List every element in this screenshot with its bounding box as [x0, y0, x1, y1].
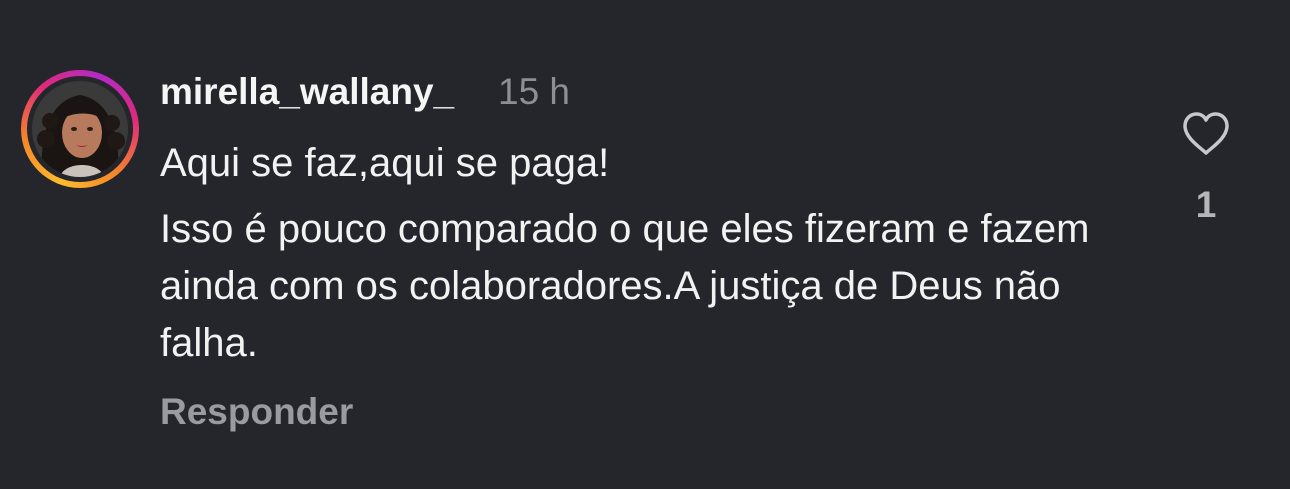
comment-first-line: Aqui se faz,aqui se paga! [160, 141, 610, 185]
timestamp: 15 h [498, 71, 571, 112]
avatar-image [32, 81, 128, 177]
heart-icon [1183, 112, 1229, 155]
comment-body: Isso é pouco comparado o que eles fizera… [160, 207, 1090, 365]
story-ring[interactable] [21, 70, 139, 188]
username[interactable]: mirella_wallany_ [160, 70, 454, 114]
reply-button[interactable]: Responder [160, 388, 353, 436]
like-count: 1 [1195, 184, 1217, 225]
like-button[interactable] [1180, 110, 1232, 158]
avatar[interactable] [32, 81, 128, 177]
comment-text: Aqui se faz,aqui se paga! Isso é pouco c… [160, 135, 1140, 372]
